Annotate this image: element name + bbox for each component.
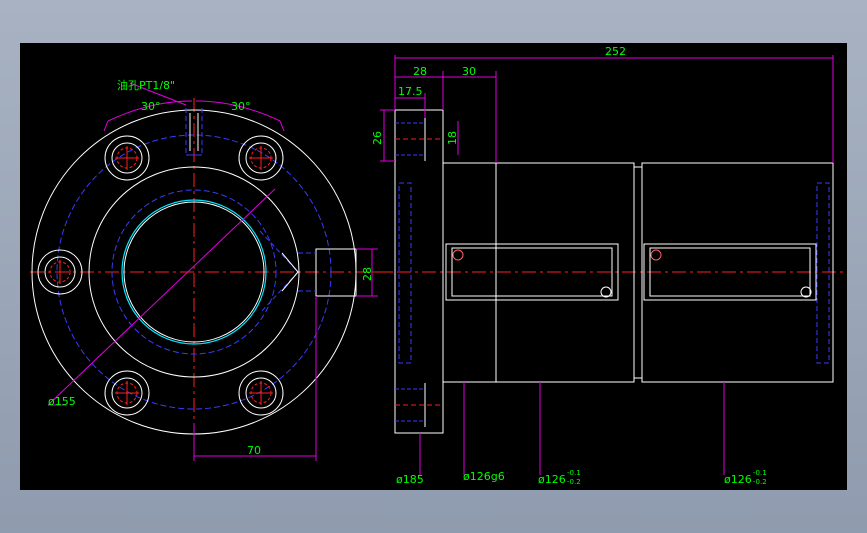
dia-leader-line: [47, 188, 276, 406]
tol-b-lower: -0.2: [753, 478, 767, 486]
dim-26-label: 26: [371, 131, 384, 145]
flange-bolt-bottom: [395, 383, 443, 427]
dim-28-side-label: 28: [361, 267, 374, 281]
bolt-hole-left: [37, 249, 83, 295]
flange-diameter-label: ø155: [48, 395, 76, 408]
bolt-hole-bottom-left: [104, 370, 150, 416]
angle-left-label: 30°: [141, 100, 161, 113]
dia-126-a-label: ø126: [538, 473, 566, 486]
bolt-hole-bottom-right: [238, 370, 284, 416]
flange-hidden-slot: [398, 182, 412, 364]
bolt-hole-top-left: [104, 135, 150, 181]
side-view: [372, 55, 847, 475]
dim-70-label: 70: [247, 444, 261, 457]
dim-252-label: 252: [605, 45, 626, 58]
dia-126g6-label: ø126g6: [463, 470, 505, 483]
port-note-label: 油孔PT1/8": [117, 78, 175, 92]
dim-28-top-label: 28: [413, 65, 427, 78]
dia-185-label: ø185: [396, 473, 424, 486]
angle-right-label: 30°: [231, 100, 251, 113]
dia-126-b-label: ø126: [724, 473, 752, 486]
dim-30-label: 30: [462, 65, 476, 78]
flange-bolt-top: [395, 118, 443, 161]
tol-a-lower: -0.2: [567, 478, 581, 486]
segment-2-hidden: [816, 182, 830, 364]
tol-b-upper: -0.1: [753, 469, 767, 477]
dim-18-label: 18: [446, 131, 459, 145]
drawing-svg: 油孔PT1/8" 30° 30° ø155 70 28 252 28 30 17…: [30, 45, 847, 486]
front-view: [30, 82, 390, 461]
cad-drawing-canvas[interactable]: 油孔PT1/8" 30° 30° ø155 70 28 252 28 30 17…: [20, 43, 847, 490]
tol-a-upper: -0.1: [567, 469, 581, 477]
dim-17-5-label: 17.5: [398, 85, 423, 98]
bolt-hole-top-right: [238, 135, 284, 181]
